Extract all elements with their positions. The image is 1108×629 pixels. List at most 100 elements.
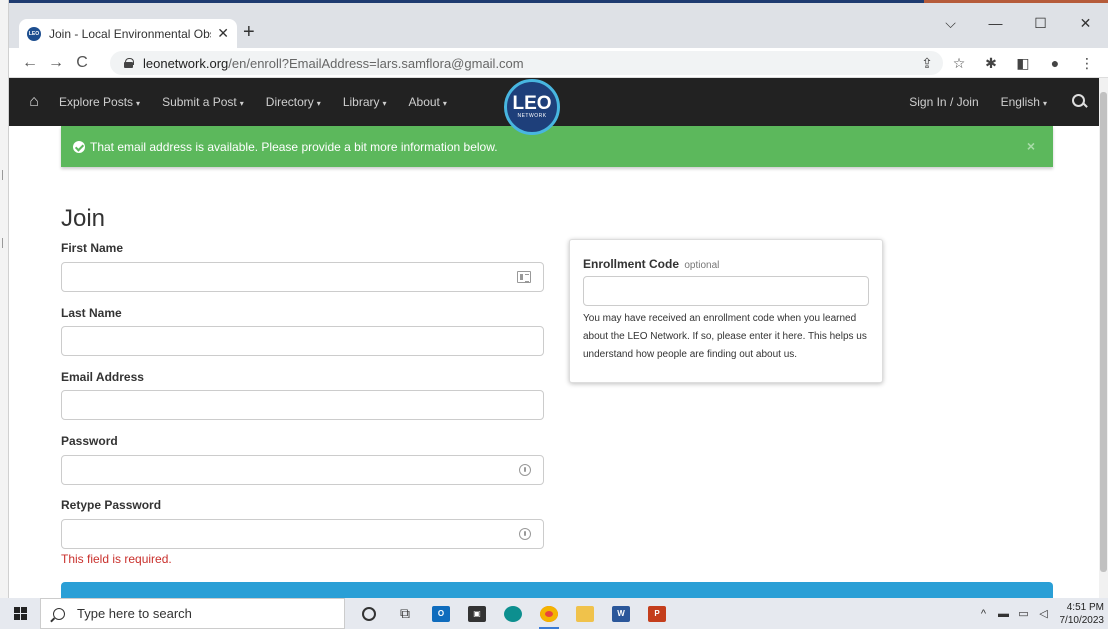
search-icon[interactable] [1069, 92, 1089, 112]
caret-down-icon: ▾ [316, 99, 321, 108]
browser-toolbar: ← → C leonetwork.org/en/enroll?EmailAddr… [9, 48, 1108, 78]
contact-card-icon[interactable] [517, 271, 531, 283]
caret-down-icon: ▾ [442, 99, 447, 108]
success-alert: That email address is available. Please … [61, 126, 1053, 167]
address-bar[interactable]: leonetwork.org/en/enroll?EmailAddress=la… [110, 51, 943, 75]
search-icon [53, 607, 65, 620]
volume-icon[interactable]: ◁ [1034, 607, 1054, 620]
side-panel-icon[interactable]: ◧ [1012, 51, 1034, 75]
retype-password-field[interactable] [61, 519, 544, 549]
page-title: Join [61, 205, 106, 232]
system-tray: ^ ▬ ▭ ◁ 4:51 PM 7/10/2023 [974, 598, 1105, 629]
network-icon[interactable]: ▭ [1014, 607, 1034, 620]
first-name-field[interactable] [61, 262, 544, 292]
nav-submit-post-label: Submit a Post [162, 95, 237, 109]
retype-password-error: This field is required. [61, 552, 172, 566]
retype-password-label: Retype Password [61, 498, 162, 512]
enrollment-code-label: Enrollment Code optional [583, 257, 719, 271]
profile-avatar-icon[interactable]: ● [1044, 51, 1066, 75]
taskbar-apps: ⧉ O ▣ W P [351, 598, 675, 629]
file-explorer-icon[interactable] [567, 598, 603, 629]
extensions-puzzle-icon[interactable]: ✱ [980, 51, 1002, 75]
browser-tab[interactable]: LEO Join - Local Environmental Obser ✕ [19, 19, 237, 48]
tab-search-dropdown-icon[interactable]: ⌵ [928, 9, 973, 37]
submit-button[interactable] [61, 582, 1053, 598]
chrome-icon[interactable] [531, 598, 567, 629]
nav-explore-posts[interactable]: Explore Posts ▾ [59, 95, 140, 109]
home-icon[interactable]: ⌂ [9, 93, 59, 111]
language-selector[interactable]: English ▾ [1001, 95, 1047, 109]
nav-library-label: Library [342, 95, 380, 109]
email-label: Email Address [61, 370, 144, 384]
outlook-icon[interactable]: O [423, 598, 459, 629]
language-label: English [1000, 95, 1040, 109]
nav-explore-posts-label: Explore Posts [59, 95, 134, 109]
last-name-field[interactable] [61, 326, 544, 356]
reload-button[interactable]: C [69, 54, 95, 72]
lock-icon[interactable] [124, 58, 134, 68]
logo-sub-text: NETWORK [517, 113, 547, 119]
nav-submit-post[interactable]: Submit a Post ▾ [162, 95, 244, 109]
tab-title: Join - Local Environmental Obser [49, 26, 212, 41]
nav-library[interactable]: Library ▾ [343, 95, 387, 109]
password-manager-key-icon[interactable] [519, 528, 531, 540]
caret-down-icon: ▾ [239, 99, 244, 108]
leo-favicon-icon: LEO [27, 26, 41, 41]
page-scrollbar[interactable] [1099, 78, 1108, 598]
extension-icons: ⇪ ☆ ✱ ◧ ● ⋮ [916, 51, 1098, 75]
sign-in-join-link[interactable]: Sign In / Join [909, 95, 978, 109]
close-window-button[interactable]: ✕ [1063, 9, 1108, 37]
browser-menu-icon[interactable]: ⋮ [1076, 51, 1098, 75]
alert-message: That email address is available. Please … [90, 139, 498, 154]
url-path: /en/enroll?EmailAddress=lars.samflora@gm… [228, 55, 524, 71]
optional-tag: optional [684, 260, 720, 271]
start-button[interactable] [0, 598, 40, 629]
enrollment-code-input[interactable] [583, 276, 869, 306]
clock-date: 7/10/2023 [1059, 614, 1105, 626]
forward-button[interactable]: → [43, 54, 69, 72]
taskbar-search-placeholder: Type here to search [77, 606, 192, 621]
bookmark-star-icon[interactable]: ☆ [948, 51, 970, 75]
back-button[interactable]: ← [17, 54, 43, 72]
password-manager-key-icon[interactable] [519, 464, 531, 476]
clock[interactable]: 4:51 PM 7/10/2023 [1060, 601, 1105, 627]
password-label: Password [61, 434, 118, 448]
clock-time: 4:51 PM [1066, 601, 1104, 613]
windows-taskbar: Type here to search ⧉ O ▣ W P ^ ▬ ▭ ◁ 4:… [0, 598, 1108, 629]
caret-down-icon: ▾ [1042, 99, 1047, 108]
store-icon[interactable]: ▣ [459, 598, 495, 629]
edge-icon[interactable] [495, 598, 531, 629]
enrollment-code-title: Enrollment Code [583, 257, 680, 271]
last-name-label: Last Name [61, 306, 122, 320]
chevron-up-icon[interactable]: ^ [974, 608, 994, 620]
first-name-label: First Name [61, 241, 124, 255]
nav-right: Sign In / Join English ▾ [909, 78, 1093, 126]
task-view-icon[interactable]: ⧉ [387, 598, 423, 629]
powerpoint-icon[interactable]: P [639, 598, 675, 629]
minimize-button[interactable]: — [973, 9, 1018, 37]
email-field[interactable] [61, 390, 544, 420]
scrollbar-thumb[interactable] [1100, 92, 1107, 572]
url-host: leonetwork.org [143, 55, 229, 71]
nav-about-label: About [408, 95, 440, 109]
leo-network-logo[interactable]: LEO NETWORK [504, 79, 560, 135]
nav-directory-label: Directory [265, 95, 314, 109]
password-field[interactable] [61, 455, 544, 485]
taskbar-search[interactable]: Type here to search [40, 598, 345, 629]
windows-logo-icon [13, 607, 27, 620]
window-controls: ⌵ — ☐ ✕ [928, 9, 1108, 37]
new-tab-button[interactable]: + [243, 21, 255, 44]
word-icon[interactable]: W [603, 598, 639, 629]
browser-tab-strip: LEO Join - Local Environmental Obser ✕ +… [9, 3, 1108, 48]
battery-icon[interactable]: ▬ [994, 608, 1014, 620]
check-circle-icon [73, 140, 85, 153]
alert-close-icon[interactable]: × [1027, 138, 1035, 154]
url-text: leonetwork.org/en/enroll?EmailAddress=la… [143, 56, 524, 71]
nav-about[interactable]: About ▾ [409, 95, 447, 109]
enrollment-help-text: You may have received an enrollment code… [583, 313, 867, 360]
nav-directory[interactable]: Directory ▾ [266, 95, 321, 109]
maximize-button[interactable]: ☐ [1018, 9, 1063, 37]
share-icon[interactable]: ⇪ [916, 51, 938, 75]
tab-close-icon[interactable]: ✕ [217, 25, 229, 42]
cortana-icon[interactable] [351, 598, 387, 629]
